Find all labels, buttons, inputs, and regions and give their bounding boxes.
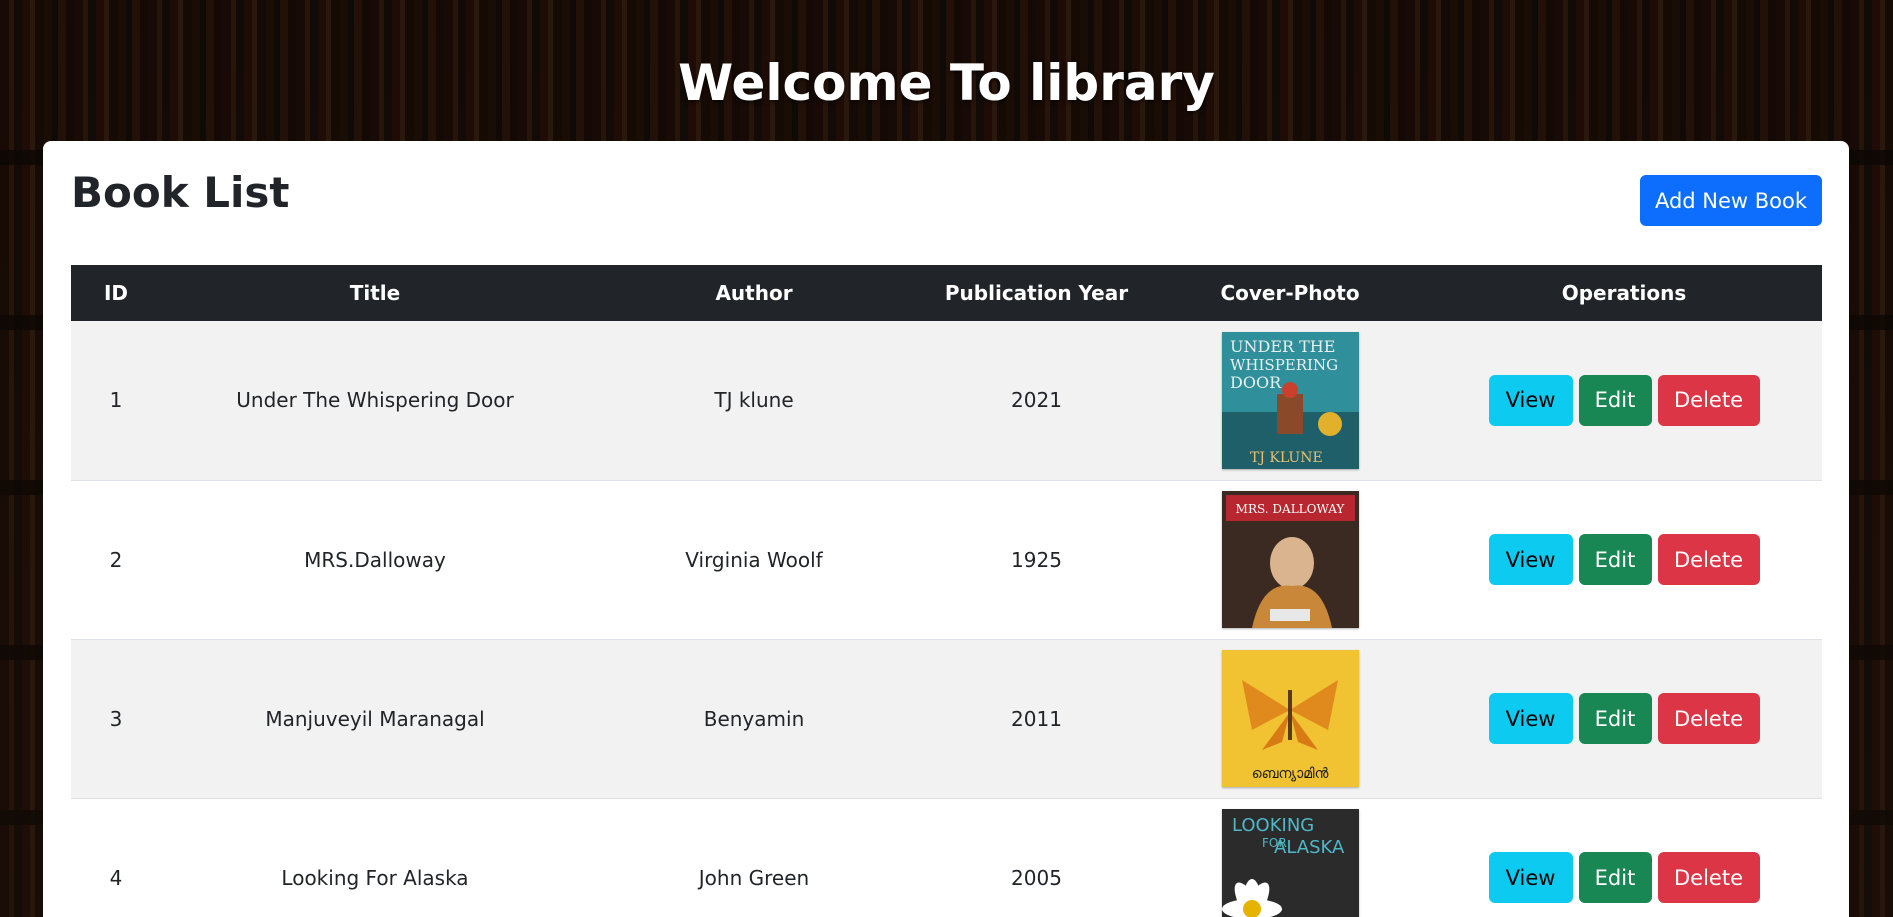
table-row: 4 Looking For Alaska John Green 2005 LOO… bbox=[71, 798, 1822, 917]
column-header-year: Publication Year bbox=[944, 281, 1129, 305]
cell-id: 2 bbox=[71, 480, 161, 640]
cover-text: LOOKING bbox=[1232, 815, 1314, 836]
svg-text:ALASKA: ALASKA bbox=[1274, 837, 1345, 858]
cell-author: Virginia Woolf bbox=[589, 480, 919, 640]
book-table: ID Title Author Publication Year Cover-P… bbox=[71, 265, 1822, 917]
cell-year: 2011 bbox=[919, 639, 1154, 799]
cell-author: John Green bbox=[589, 798, 919, 917]
cover-photo-image: ബെന്യാമിൻ bbox=[1221, 650, 1359, 787]
cell-author: Benyamin bbox=[589, 639, 919, 799]
table-row: 2 MRS.Dalloway Virginia Woolf 1925 MRS. … bbox=[71, 480, 1822, 640]
cover-text: UNDER THE bbox=[1230, 337, 1335, 356]
column-header-author: Author bbox=[715, 281, 793, 305]
operations-group: View Edit Delete bbox=[1488, 852, 1760, 903]
view-button[interactable]: View bbox=[1488, 852, 1573, 903]
edit-button[interactable]: Edit bbox=[1578, 534, 1652, 585]
delete-button[interactable]: Delete bbox=[1657, 852, 1760, 903]
cover-photo-image: UNDER THE WHISPERING DOOR TJ KLUNE bbox=[1221, 331, 1359, 469]
delete-button[interactable]: Delete bbox=[1657, 693, 1760, 744]
column-header-title: Title bbox=[349, 281, 401, 305]
add-new-book-button[interactable]: Add New Book bbox=[1640, 175, 1822, 226]
cell-year: 2005 bbox=[919, 798, 1154, 917]
view-button[interactable]: View bbox=[1488, 374, 1573, 426]
operations-group: View Edit Delete bbox=[1488, 693, 1760, 744]
column-header-id: ID bbox=[103, 281, 129, 305]
page-title: Book List bbox=[71, 168, 290, 217]
delete-button[interactable]: Delete bbox=[1657, 374, 1760, 426]
cell-year: 1925 bbox=[919, 480, 1154, 640]
table-row: 1 Under The Whispering Door TJ klune 202… bbox=[71, 321, 1822, 481]
cover-text: MRS. DALLOWAY bbox=[1235, 502, 1345, 516]
cell-title: Under The Whispering Door bbox=[161, 321, 589, 481]
cover-text: ബെന്യാമിൻ bbox=[1251, 766, 1328, 782]
page-background: Welcome To library Book List Add New Boo… bbox=[0, 0, 1893, 917]
svg-text:WHISPERING: WHISPERING bbox=[1230, 356, 1338, 374]
edit-button[interactable]: Edit bbox=[1578, 852, 1652, 903]
svg-text:TJ KLUNE: TJ KLUNE bbox=[1250, 450, 1323, 466]
cell-title: MRS.Dalloway bbox=[161, 480, 589, 640]
book-list-card: Book List Add New Book ID Title Author P… bbox=[43, 141, 1849, 917]
view-button[interactable]: View bbox=[1488, 534, 1573, 585]
cell-year: 2021 bbox=[919, 321, 1154, 481]
cell-author: TJ klune bbox=[589, 321, 919, 481]
cover-photo-image: MRS. DALLOWAY bbox=[1221, 491, 1359, 628]
cell-id: 4 bbox=[71, 798, 161, 917]
operations-group: View Edit Delete bbox=[1488, 374, 1760, 426]
edit-button[interactable]: Edit bbox=[1578, 374, 1652, 426]
cell-title: Looking For Alaska bbox=[161, 798, 589, 917]
view-button[interactable]: View bbox=[1488, 693, 1573, 744]
edit-button[interactable]: Edit bbox=[1578, 693, 1652, 744]
welcome-heading: Welcome To library bbox=[678, 53, 1215, 112]
cell-title: Manjuveyil Maranagal bbox=[161, 639, 589, 799]
cover-photo-image: LOOKING FOR ALASKA bbox=[1221, 809, 1359, 917]
cell-id: 1 bbox=[71, 321, 161, 481]
cell-id: 3 bbox=[71, 639, 161, 799]
column-header-cover: Cover-Photo bbox=[1220, 281, 1360, 305]
svg-text:DOOR: DOOR bbox=[1230, 373, 1282, 392]
table-header-row: ID Title Author Publication Year Cover-P… bbox=[71, 265, 1822, 321]
delete-button[interactable]: Delete bbox=[1657, 534, 1760, 585]
table-row: 3 Manjuveyil Maranagal Benyamin 2011 ബെന… bbox=[71, 639, 1822, 799]
operations-group: View Edit Delete bbox=[1488, 534, 1760, 585]
column-header-operations: Operations bbox=[1561, 281, 1687, 305]
